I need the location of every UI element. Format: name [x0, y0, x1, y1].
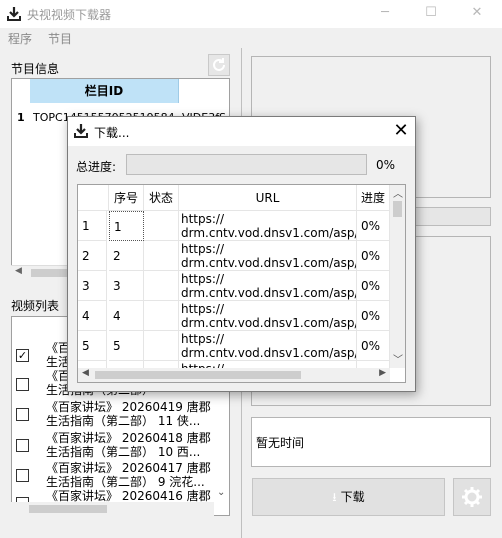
video-checkbox[interactable] — [16, 439, 29, 452]
close-icon[interactable]: ✕ — [390, 120, 412, 142]
list-item[interactable]: 《百家讲坛》 20260418 唐郡 生活指南（第二部） 10 西... — [12, 429, 216, 459]
corner-header — [78, 185, 109, 211]
url-cell[interactable]: https://drm.cntv.vod.dnsv1.com/asp/... — [179, 241, 357, 271]
download-app-icon — [6, 6, 22, 22]
video-checkbox[interactable] — [16, 408, 29, 421]
status-cell[interactable] — [144, 271, 179, 301]
scroll-left-icon[interactable]: ◀ — [15, 266, 22, 276]
download-icon: ⭳ — [332, 490, 337, 504]
row-number: 5 — [78, 331, 107, 361]
progress-cell[interactable]: 0% — [357, 241, 390, 271]
progress-cell[interactable]: 0% — [357, 331, 390, 361]
column-header-seq[interactable]: 序号 — [109, 185, 144, 211]
time-text: 暂无时间 — [256, 436, 305, 450]
column-header-program-id[interactable]: 栏目ID — [30, 79, 179, 103]
url-line1: https:// — [181, 242, 225, 256]
video-checkbox[interactable] — [16, 378, 29, 391]
scroll-right-icon[interactable]: ▶ — [379, 368, 386, 378]
scroll-up-icon[interactable]: ︿ — [393, 185, 403, 200]
scroll-down-icon[interactable]: ⌄ — [217, 487, 225, 498]
row-number: 3 — [78, 271, 107, 301]
download-table-vscrollbar[interactable]: ︿ ﹀ — [390, 185, 405, 368]
row-number: 1 — [78, 211, 107, 241]
url-cell[interactable]: https://drm.cntv.vod.dnsv1.com/asp/... — [179, 301, 357, 331]
video-title-line2: 生活指南（第二部） 11 侠... — [46, 414, 201, 428]
url-line1: https:// — [181, 302, 225, 316]
menu-program[interactable]: 程序 — [8, 30, 32, 47]
total-progress-bar — [126, 154, 367, 175]
download-table[interactable]: 序号 状态 URL 进度 1 1 https://drm.cntv.vod.dn… — [77, 184, 406, 383]
status-cell[interactable] — [144, 241, 179, 271]
seq-cell[interactable]: 1 — [109, 211, 144, 241]
refresh-icon — [213, 58, 225, 71]
seq-cell[interactable]: 3 — [109, 271, 144, 301]
url-cell[interactable]: https://drm.cntv.vod.dnsv1.com/asp/... — [179, 211, 357, 241]
status-cell[interactable] — [144, 211, 179, 241]
row-number: 4 — [78, 301, 107, 331]
url-line2: drm.cntv.vod.dnsv1.com/asp/... — [181, 346, 357, 360]
progress-cell[interactable]: 0% — [357, 211, 390, 241]
video-title-line1: 《百家讲坛》 20260418 唐郡 — [46, 431, 211, 445]
status-cell[interactable] — [144, 301, 179, 331]
total-progress-percent: 0% — [376, 158, 396, 172]
column-header-url[interactable]: URL — [179, 185, 357, 211]
maximize-icon[interactable]: ☐ — [408, 0, 454, 28]
video-title-line1: 《百家讲坛》 20260419 唐郡 — [46, 400, 211, 414]
video-title-line2: 生活指南（第二部） 10 西... — [46, 445, 201, 459]
url-line1: https:// — [181, 272, 225, 286]
menu-bar — [0, 28, 502, 48]
video-checkbox[interactable] — [16, 469, 29, 482]
list-item[interactable]: 《百家讲坛》 20260417 唐郡 生活指南（第二部） 9 浣花... — [12, 459, 216, 489]
video-list-hscrollbar[interactable] — [11, 502, 214, 516]
program-info-label: 节目信息 — [11, 62, 60, 76]
scroll-left-icon[interactable]: ◀ — [82, 368, 89, 378]
scroll-thumb[interactable] — [95, 371, 301, 379]
seq-cell[interactable]: 2 — [109, 241, 144, 271]
video-title-line1: 《百家讲坛》 20260417 唐郡 — [46, 461, 211, 475]
dialog-title: 下载... — [94, 126, 130, 140]
scroll-down-icon[interactable]: ﹀ — [393, 351, 403, 366]
progress-cell[interactable]: 0% — [357, 271, 390, 301]
video-title-line1: 《百家讲坛》 20260416 唐郡 — [46, 489, 211, 503]
total-progress-label: 总进度: — [76, 160, 117, 174]
column-header-status[interactable]: 状态 — [144, 185, 179, 211]
gear-icon — [462, 487, 482, 507]
url-cell[interactable]: https://drm.cntv.vod.dnsv1.com/asp/... — [179, 331, 357, 361]
url-line1: https:// — [181, 212, 225, 226]
settings-button[interactable] — [453, 478, 491, 516]
url-line2: drm.cntv.vod.dnsv1.com/asp/... — [181, 286, 357, 300]
scroll-thumb[interactable] — [393, 201, 402, 217]
url-cell[interactable]: https://drm.cntv.vod.dnsv1.com/asp/... — [179, 271, 357, 301]
url-line2: drm.cntv.vod.dnsv1.com/asp/... — [181, 256, 357, 270]
progress-cell[interactable]: 0% — [357, 301, 390, 331]
video-title-line2: 生活指南（第二部） 9 浣花... — [46, 475, 205, 489]
video-list-label: 视频列表 — [11, 299, 60, 313]
seq-cell[interactable]: 5 — [109, 331, 144, 361]
download-label: 下载 — [340, 490, 365, 504]
minimize-icon[interactable]: ─ — [362, 0, 408, 28]
status-cell[interactable] — [144, 331, 179, 361]
download-app-icon — [73, 123, 89, 139]
download-button[interactable]: ⭳ 下载 — [252, 478, 445, 516]
list-item[interactable]: 《百家讲坛》 20260419 唐郡 生活指南（第二部） 11 侠... — [12, 399, 216, 429]
menu-show[interactable]: 节目 — [48, 30, 72, 47]
download-dialog: 下载... ✕ 总进度: 0% 序号 状态 URL 进度 1 1 https:/… — [67, 116, 416, 392]
url-line2: drm.cntv.vod.dnsv1.com/asp/... — [181, 316, 357, 330]
window-title: 央视视频下载器 — [27, 8, 112, 22]
video-checkbox[interactable]: ✓ — [16, 349, 29, 362]
close-icon[interactable]: ✕ — [454, 0, 500, 28]
download-table-hscrollbar[interactable]: ◀ ▶ — [78, 368, 390, 382]
row-number: 1 — [17, 111, 25, 124]
column-header-progress[interactable]: 进度 — [357, 185, 390, 211]
url-line1: https:// — [181, 332, 225, 346]
row-number: 2 — [78, 241, 107, 271]
seq-cell[interactable]: 4 — [109, 301, 144, 331]
url-line2: drm.cntv.vod.dnsv1.com/asp/... — [181, 226, 357, 240]
scroll-thumb[interactable] — [29, 505, 107, 513]
refresh-button[interactable] — [208, 54, 230, 76]
